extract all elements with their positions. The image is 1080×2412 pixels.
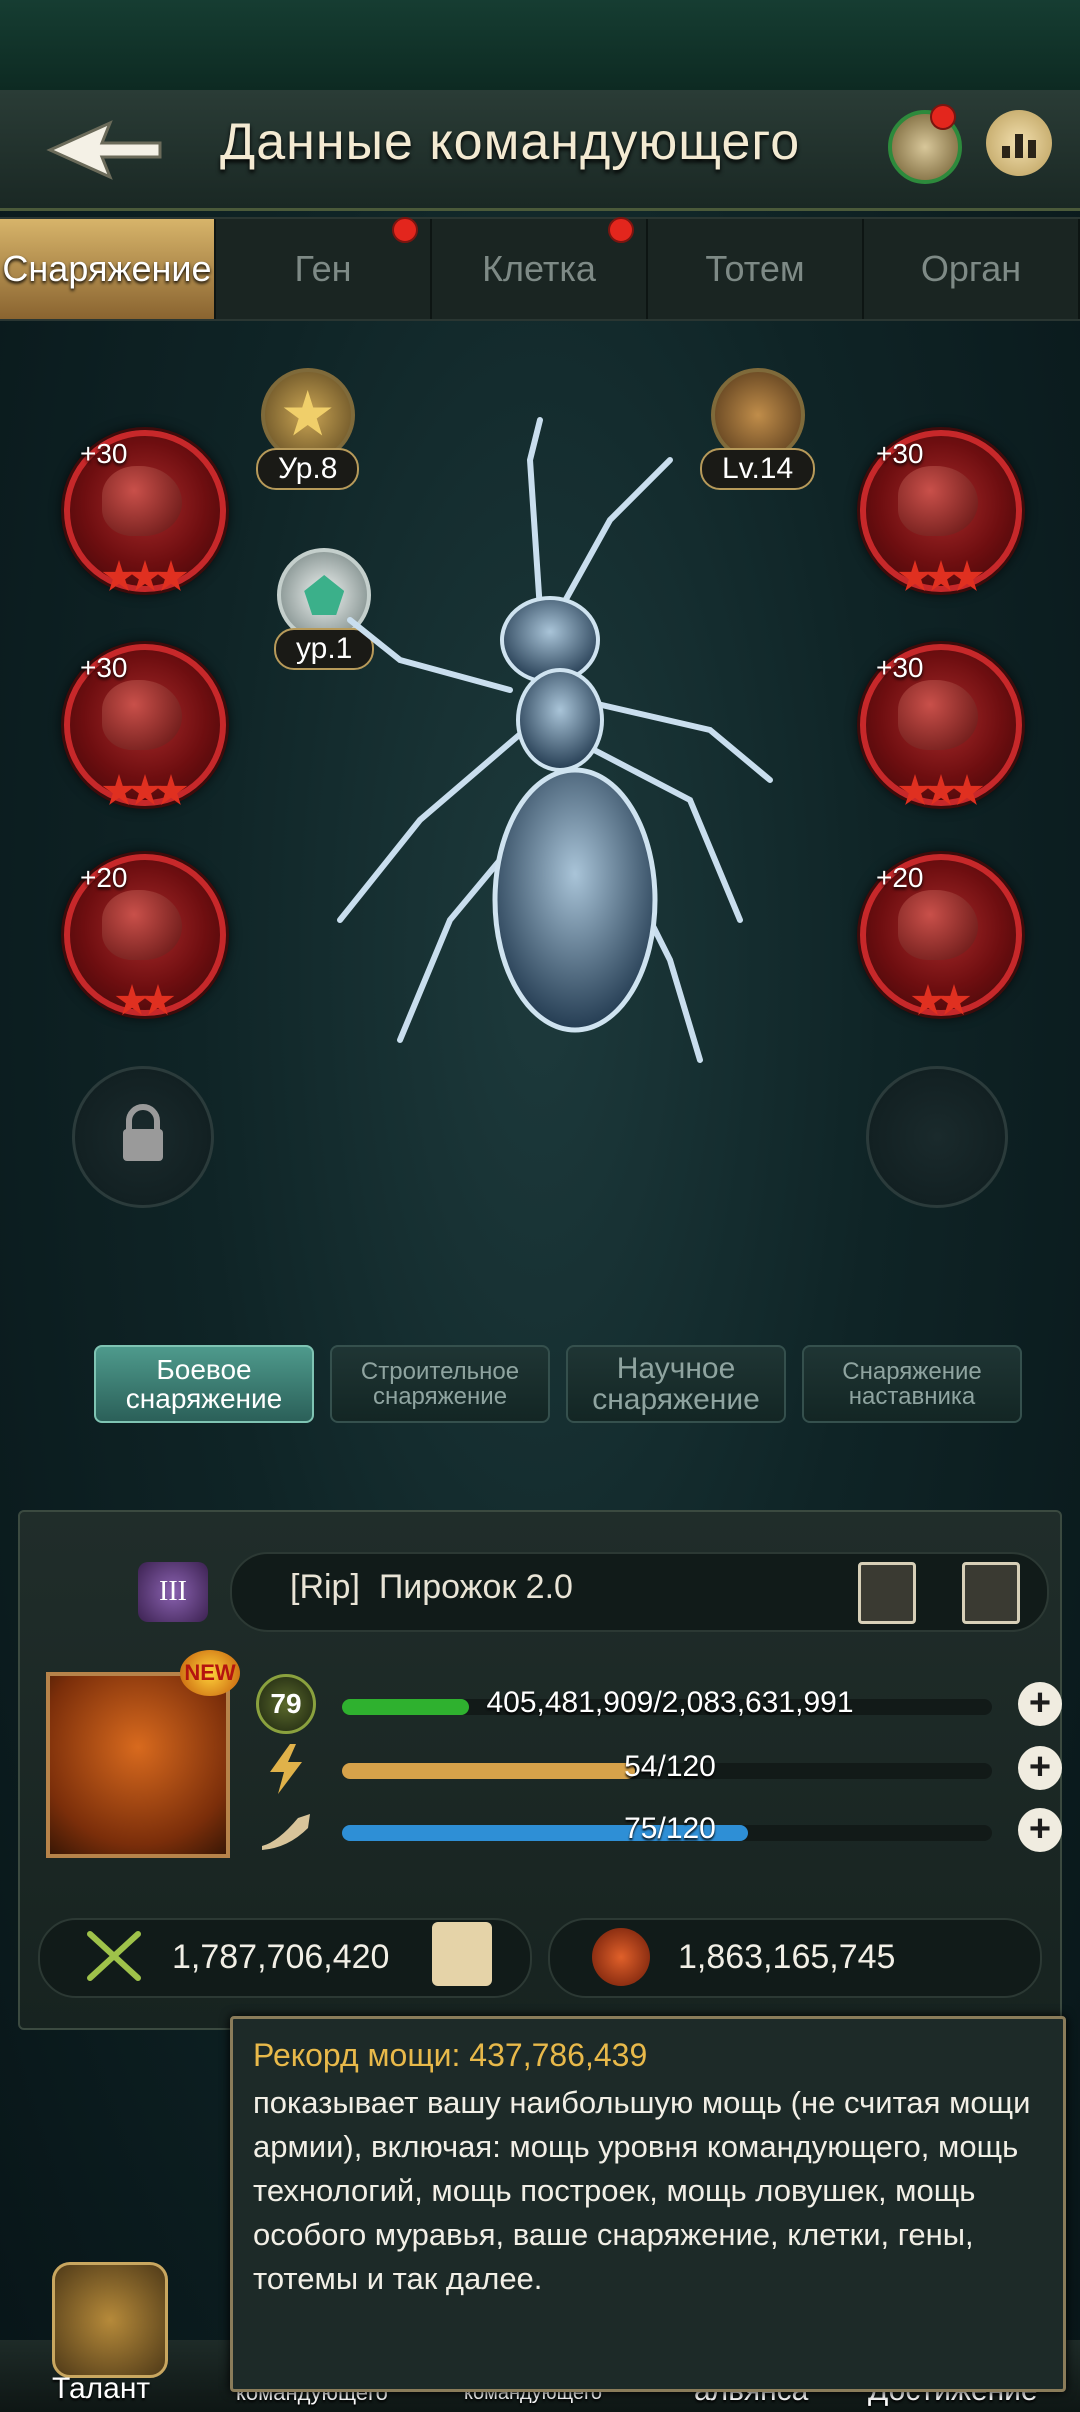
notification-dot xyxy=(392,217,418,243)
gear-slot-right-1[interactable]: +30 xyxy=(860,430,1022,592)
empty-slot[interactable] xyxy=(866,1066,1008,1208)
horn-icon xyxy=(256,1805,316,1859)
gear-slot-left-2[interactable]: +30 xyxy=(64,644,226,806)
army-ant-icon xyxy=(592,1928,650,1986)
commander-name: [Rip] Пирожок 2.0 xyxy=(290,1568,573,1606)
gear-item-icon xyxy=(102,680,182,750)
energy-icon xyxy=(256,1742,316,1796)
exp-bar: 405,481,909/2,083,631,991 + xyxy=(330,1682,1062,1726)
category-building-gear[interactable]: Строительное снаряжение xyxy=(330,1345,550,1423)
level-icon: 79 xyxy=(256,1674,316,1734)
edit-icon[interactable] xyxy=(962,1562,1020,1624)
category-mentor-gear[interactable]: Снаряжение наставника xyxy=(802,1345,1022,1423)
army-power-value: 1,863,165,745 xyxy=(678,1938,896,1976)
tooltip-title: Рекорд мощи: 437,786,439 xyxy=(253,2037,648,2073)
tab-organ[interactable]: Орган xyxy=(864,219,1080,319)
star-rating xyxy=(866,984,1016,1018)
talent-icon[interactable] xyxy=(52,2262,168,2378)
crossed-swords-icon xyxy=(87,1931,141,1981)
bar-chart-icon xyxy=(1002,146,1010,158)
gear-item-icon xyxy=(102,890,182,960)
gear-item-icon xyxy=(102,466,182,536)
tab-cage[interactable]: Клетка xyxy=(432,217,648,319)
new-badge: NEW xyxy=(180,1650,240,1696)
star-rating xyxy=(70,560,220,594)
add-horn-button[interactable]: + xyxy=(1018,1808,1062,1852)
add-exp-button[interactable]: + xyxy=(1018,1682,1062,1726)
tooltip-body: показывает вашу наибольшую мощь (не счит… xyxy=(253,2085,1031,2296)
locked-slot[interactable] xyxy=(72,1066,214,1208)
document-icon[interactable] xyxy=(858,1562,916,1624)
page-title: Данные командующего xyxy=(220,113,801,171)
star-rating xyxy=(866,560,1016,594)
gear-slot-left-1[interactable]: +30 xyxy=(64,430,226,592)
horn-bar: 75/120 + xyxy=(330,1808,1062,1852)
star-rating xyxy=(866,774,1016,808)
tab-equipment[interactable]: Снаряжение xyxy=(0,219,216,319)
gear-slot-right-3[interactable]: +20 xyxy=(860,854,1022,1016)
star-rating xyxy=(70,774,220,808)
power-record-tooltip: Рекорд мощи: 437,786,439 показывает вашу… xyxy=(230,2016,1066,2392)
lock-icon xyxy=(123,1104,163,1161)
top-decor-bar xyxy=(0,0,1080,90)
tab-bar: Снаряжение Ген Клетка Тотем Орган xyxy=(0,217,1080,321)
notification-dot xyxy=(930,104,956,130)
gear-slot-right-2[interactable]: +30 xyxy=(860,644,1022,806)
ant-silhouette-image xyxy=(337,417,773,1063)
category-science-gear[interactable]: Научное снаряжение xyxy=(566,1345,786,1423)
notification-dot xyxy=(608,217,634,243)
star-rating xyxy=(70,984,220,1018)
tab-gene[interactable]: Ген xyxy=(216,217,432,319)
tab-totem[interactable]: Тотем xyxy=(648,219,864,319)
power-record-scroll-icon[interactable] xyxy=(432,1922,492,1986)
power-value: 1,787,706,420 xyxy=(172,1938,390,1976)
energy-bar: 54/120 + xyxy=(330,1746,1062,1790)
nav-talent[interactable]: Талант xyxy=(52,2372,150,2406)
back-button[interactable] xyxy=(10,100,200,200)
add-energy-button[interactable]: + xyxy=(1018,1746,1062,1790)
gear-item-icon xyxy=(898,680,978,750)
rank-insignia-icon: III xyxy=(138,1562,208,1622)
gear-slot-left-3[interactable]: +20 xyxy=(64,854,226,1016)
gear-item-icon xyxy=(898,466,978,536)
gear-item-icon xyxy=(898,890,978,960)
category-combat-gear[interactable]: Боевое снаряжение xyxy=(94,1345,314,1423)
back-arrow-icon xyxy=(46,120,162,180)
stats-button[interactable] xyxy=(986,110,1052,176)
commander-avatar[interactable] xyxy=(46,1672,230,1858)
